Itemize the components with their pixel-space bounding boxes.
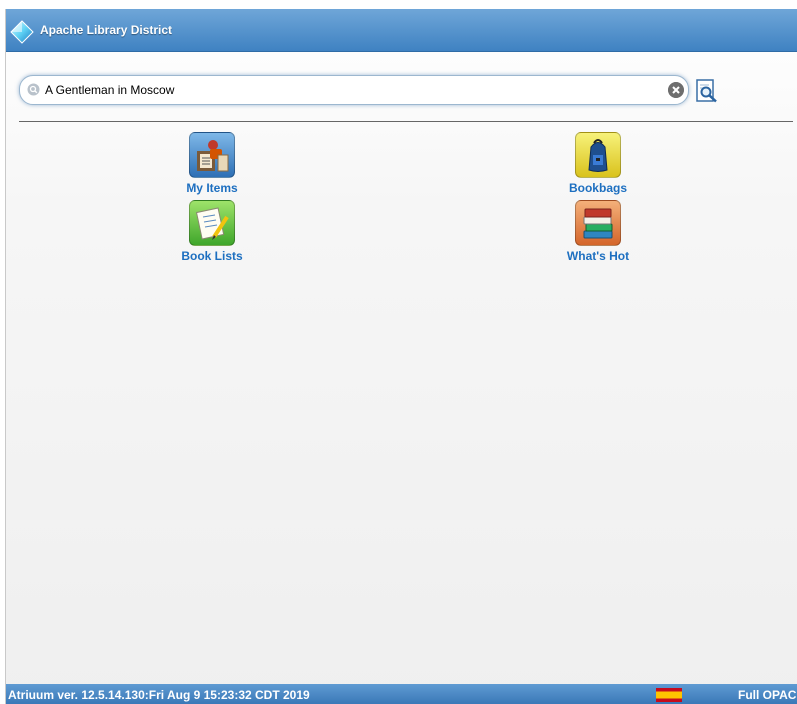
my-items-icon — [189, 132, 235, 178]
my-items-tile[interactable]: My Items — [157, 132, 267, 195]
header-bar: Apache Library District — [6, 9, 797, 52]
book-lists-tile[interactable]: Book Lists — [157, 200, 267, 263]
library-name: Apache Library District — [40, 23, 173, 37]
book-lists-label: Book Lists — [181, 249, 243, 263]
search-button-icon[interactable] — [695, 79, 719, 103]
whats-hot-tile[interactable]: What's Hot — [543, 200, 653, 263]
footer-bar: Atriuum ver. 12.5.14.130:Fri Aug 9 15:23… — [6, 684, 797, 704]
search-bar — [19, 75, 689, 105]
divider — [19, 121, 793, 122]
backpack-icon — [575, 132, 621, 178]
book-stack-icon — [575, 200, 621, 246]
clear-search-icon[interactable] — [668, 82, 684, 98]
bookbags-label: Bookbags — [568, 181, 627, 195]
diamond-logo-icon — [10, 20, 34, 44]
search-input[interactable] — [45, 81, 645, 99]
app-frame: Apache Library District A Gentleman in M… — [5, 9, 797, 704]
my-items-label: My Items — [186, 181, 238, 195]
bookbags-tile[interactable]: Bookbags — [543, 132, 653, 195]
search-icon — [27, 83, 40, 96]
whats-hot-label: What's Hot — [566, 249, 630, 263]
checklist-icon — [189, 200, 235, 246]
spain-flag-icon[interactable] — [656, 688, 682, 702]
version-info: Atriuum ver. 12.5.14.130:Fri Aug 9 15:23… — [8, 688, 310, 702]
full-opac-link[interactable]: Full OPAC — [738, 688, 796, 702]
